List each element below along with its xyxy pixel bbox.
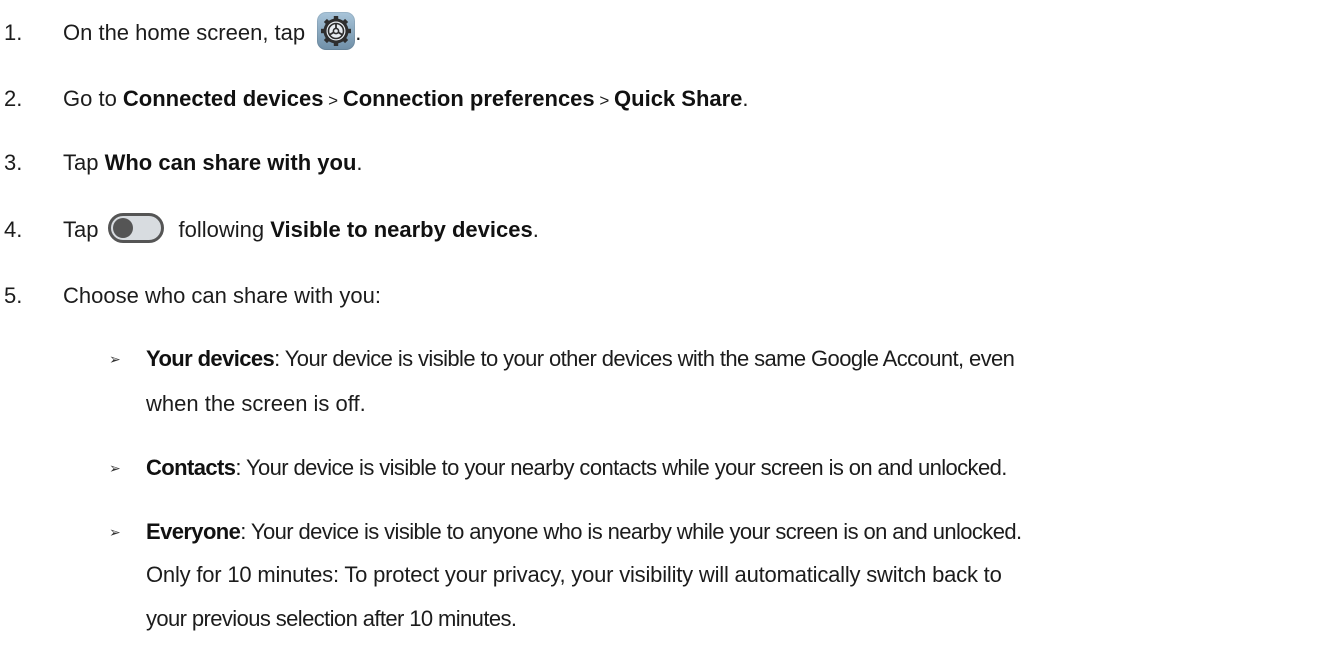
option-note-line-1: Only for 10 minutes: To protect your pri… bbox=[146, 562, 1002, 587]
step-text: Go to Connected devices > Connection pre… bbox=[63, 79, 749, 121]
visible-to-nearby-label: Visible to nearby devices bbox=[270, 217, 533, 242]
step-text-before: On the home screen, tap bbox=[63, 20, 306, 45]
option-title: Everyone bbox=[146, 519, 241, 544]
step-text-after: . bbox=[355, 20, 362, 45]
option-line: Everyone: Your device is visible to anyo… bbox=[146, 512, 1326, 552]
step-text: Tap following Visible to nearby devices. bbox=[63, 210, 539, 250]
who-can-share-label: Who can share with you bbox=[104, 150, 357, 175]
option-line: Contacts: Your device is visible to your… bbox=[146, 448, 1326, 488]
step-number: 3. bbox=[4, 150, 23, 175]
step-text: Choose who can share with you: bbox=[63, 283, 381, 308]
arrow-bullet-icon: ➢ bbox=[109, 460, 121, 476]
option-note-line-2: your previous selection after 10 minutes… bbox=[146, 606, 517, 631]
arrow-bullet-icon: ➢ bbox=[109, 351, 121, 367]
path-connected-devices: Connected devices bbox=[122, 86, 324, 111]
step-text: Tap Who can share with you. bbox=[63, 143, 363, 183]
toggle-knob bbox=[113, 218, 134, 239]
option-description: : Your device is visible to your other d… bbox=[274, 346, 1015, 371]
settings-gear-icon bbox=[317, 12, 356, 51]
step-prefix: Tap bbox=[63, 217, 99, 242]
step-suffix: . bbox=[356, 150, 363, 175]
step-suffix: . bbox=[532, 217, 539, 242]
step-suffix: . bbox=[742, 86, 749, 111]
step-number: 1. bbox=[4, 20, 23, 45]
step-number: 5. bbox=[4, 283, 23, 308]
step-number: 4. bbox=[4, 217, 23, 242]
arrow-bullet-icon: ➢ bbox=[109, 524, 121, 540]
step-middle: following bbox=[178, 217, 271, 242]
step-prefix: Tap bbox=[63, 150, 105, 175]
option-description: : Your device is visible to your nearby … bbox=[235, 455, 1007, 480]
option-description: : Your device is visible to anyone who i… bbox=[240, 519, 1022, 544]
step-text: On the home screen, tap . bbox=[63, 12, 362, 53]
path-connection-preferences: Connection preferences bbox=[342, 86, 595, 111]
option-title: Contacts bbox=[146, 455, 236, 480]
path-separator: > bbox=[594, 91, 615, 110]
step-number: 2. bbox=[4, 86, 23, 111]
option-title: Your devices bbox=[146, 346, 275, 371]
path-separator: > bbox=[323, 91, 343, 110]
option-continuation: when the screen is off. bbox=[146, 391, 366, 416]
option-line: Your devices: Your device is visible to … bbox=[146, 339, 1326, 379]
path-quick-share: Quick Share bbox=[614, 86, 743, 111]
toggle-switch-off-icon bbox=[108, 213, 165, 244]
instruction-document: 1. On the home screen, tap . 2. Go to Co… bbox=[0, 0, 1337, 672]
step-prefix: Go to bbox=[63, 86, 123, 111]
